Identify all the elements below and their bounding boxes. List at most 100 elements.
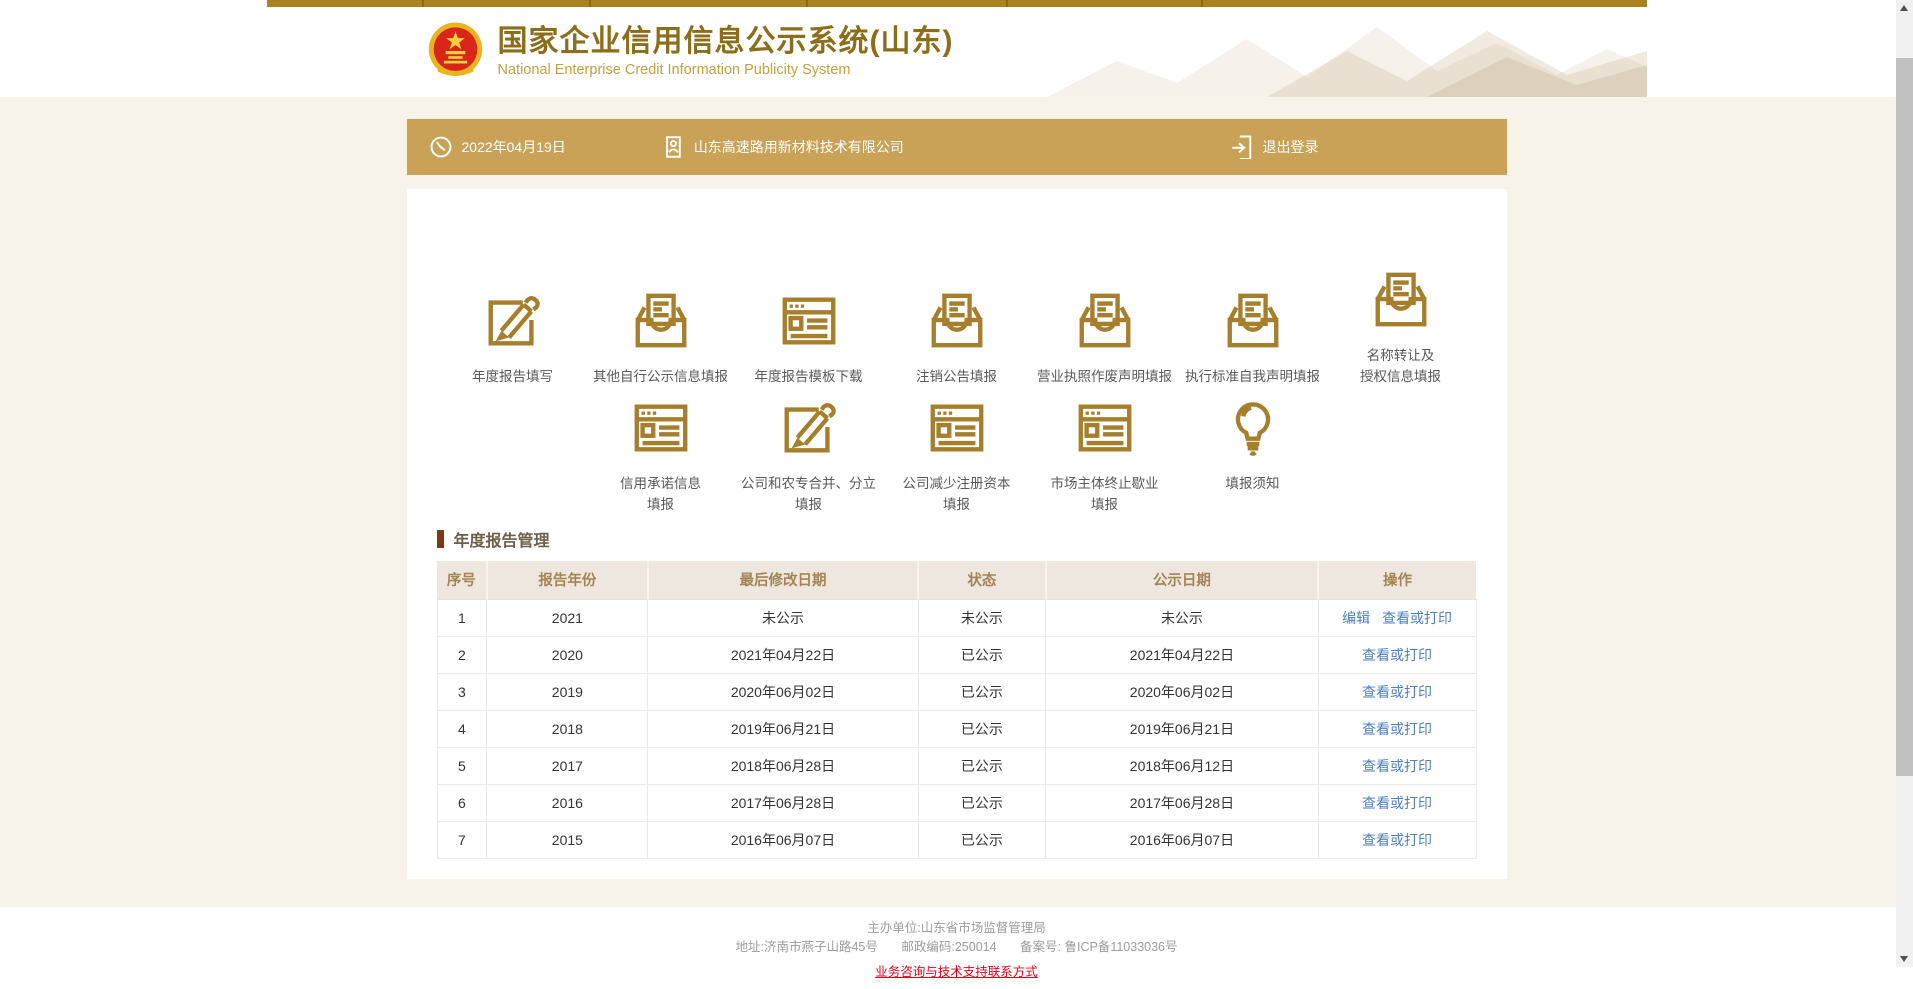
cell-status: 已公示	[918, 821, 1046, 858]
shortcut-template-download[interactable]: 年度报告模板下载	[735, 290, 883, 387]
browser-scrollbar[interactable]	[1896, 0, 1913, 967]
col-header-actions: 操作	[1318, 561, 1476, 599]
shortcut-label: 执行标准自我声明填报	[1185, 366, 1320, 387]
clock-icon	[429, 134, 453, 160]
view-print-link[interactable]: 查看或打印	[1362, 795, 1432, 811]
edit-link[interactable]: 编辑	[1342, 610, 1370, 626]
col-header-year: 报告年份	[487, 561, 648, 599]
cell-year: 2019	[487, 673, 648, 710]
inbox-document-icon	[628, 290, 694, 352]
shortcut-row-1: 年度报告填写 其他自行公示信息填报 年度报告模板下载 注销公告填报 营业执照作废…	[437, 265, 1477, 387]
lightbulb-icon	[1220, 397, 1286, 459]
shortcut-label: 公司减少注册资本 填报	[903, 473, 1011, 515]
footer-icp-record: 备案号: 鲁ICP备11033036号	[1020, 940, 1177, 954]
shortcut-label: 其他自行公示信息填报	[593, 366, 728, 387]
view-print-link[interactable]: 查看或打印	[1362, 832, 1432, 848]
view-print-link[interactable]: 查看或打印	[1382, 610, 1452, 626]
cell-year: 2016	[487, 784, 648, 821]
cell-modified: 2016年06月07日	[648, 821, 918, 858]
logout-button[interactable]: 退出登录	[1230, 134, 1319, 160]
header-band: 国家企业信用信息公示系统(山东) National Enterprise Cre…	[0, 0, 1913, 97]
shortcut-label: 营业执照作废声明填报	[1037, 366, 1172, 387]
shortcut-label: 市场主体终止歇业 填报	[1051, 473, 1159, 515]
cell-published: 2019年06月21日	[1046, 710, 1318, 747]
shortcut-license-void-declaration[interactable]: 营业执照作废声明填报	[1031, 290, 1179, 387]
cell-actions: 查看或打印	[1318, 784, 1476, 821]
shortcut-business-termination[interactable]: 市场主体终止歇业 填报	[1031, 397, 1179, 515]
section-title: 年度报告管理	[454, 527, 550, 551]
shortcut-label: 信用承诺信息 填报	[620, 473, 701, 515]
shortcut-capital-reduction[interactable]: 公司减少注册资本 填报	[883, 397, 1031, 515]
top-nav-segment	[267, 0, 424, 7]
cell-no: 1	[437, 599, 487, 636]
shortcut-other-public-info[interactable]: 其他自行公示信息填报	[587, 290, 735, 387]
logged-in-company: 山东高速路用新材料技术有限公司	[661, 134, 904, 160]
cell-no: 6	[437, 784, 487, 821]
cell-published: 2016年06月07日	[1046, 821, 1318, 858]
content-card: 年度报告填写 其他自行公示信息填报 年度报告模板下载 注销公告填报 营业执照作废…	[407, 189, 1507, 879]
cell-published: 2020年06月02日	[1046, 673, 1318, 710]
shortcut-label: 名称转让及 授权信息填报	[1360, 345, 1441, 387]
china-national-emblem-icon	[427, 21, 484, 81]
cell-status: 已公示	[918, 636, 1046, 673]
table-row: 6 2016 2017年06月28日 已公示 2017年06月28日 查看或打印	[437, 784, 1476, 821]
view-print-link[interactable]: 查看或打印	[1362, 721, 1432, 737]
scrollbar-up-arrow-icon[interactable]	[1900, 5, 1908, 11]
user-info-bar: 2022年04月19日 山东高速路用新材料技术有限公司 退出登录	[407, 119, 1507, 175]
footer-info-line: 地址:济南市燕子山路45号 邮政编码:250014 备案号: 鲁ICP备1103…	[0, 939, 1913, 956]
col-header-published: 公示日期	[1046, 561, 1318, 599]
top-nav-segment	[808, 0, 1008, 7]
shortcut-label: 公司和农专合并、分立 填报	[741, 473, 876, 515]
view-print-link[interactable]: 查看或打印	[1362, 758, 1432, 774]
shortcut-row-2: 信用承诺信息 填报 公司和农专合并、分立 填报 公司减少注册资本 填报 市场主体…	[437, 397, 1477, 519]
shortcut-label: 年度报告模板下载	[755, 366, 863, 387]
cell-published: 2018年06月12日	[1046, 747, 1318, 784]
cell-modified: 2018年06月28日	[648, 747, 918, 784]
scrollbar-down-arrow-icon[interactable]	[1900, 956, 1908, 962]
col-header-no: 序号	[437, 561, 487, 599]
view-print-link[interactable]: 查看或打印	[1362, 684, 1432, 700]
cell-modified: 2017年06月28日	[648, 784, 918, 821]
cell-status: 未公示	[918, 599, 1046, 636]
cell-no: 2	[437, 636, 487, 673]
browser-table-icon	[1072, 397, 1138, 459]
cell-published: 2017年06月28日	[1046, 784, 1318, 821]
cell-actions: 查看或打印	[1318, 636, 1476, 673]
current-date-label: 2022年04月19日	[462, 137, 566, 157]
site-subtitle: National Enterprise Credit Information P…	[498, 62, 954, 78]
cell-no: 4	[437, 710, 487, 747]
inbox-document-icon	[1072, 290, 1138, 352]
cell-year: 2017	[487, 747, 648, 784]
edit-pencil-icon	[480, 290, 546, 352]
shortcut-label: 注销公告填报	[916, 366, 997, 387]
shortcut-filling-instructions[interactable]: 填报须知	[1179, 397, 1327, 494]
cell-status: 已公示	[918, 710, 1046, 747]
current-date: 2022年04月19日	[429, 134, 566, 160]
logout-icon	[1230, 134, 1254, 160]
shortcut-standard-self-declaration[interactable]: 执行标准自我声明填报	[1179, 290, 1327, 387]
shortcut-label: 年度报告填写	[472, 366, 553, 387]
view-print-link[interactable]: 查看或打印	[1362, 647, 1432, 663]
cell-actions: 查看或打印	[1318, 673, 1476, 710]
edit-pencil-icon	[776, 397, 842, 459]
cell-published: 2021年04月22日	[1046, 636, 1318, 673]
footer-organizer: 主办单位:山东省市场监督管理局	[0, 920, 1913, 937]
shortcut-annual-report-write[interactable]: 年度报告填写	[439, 290, 587, 387]
cell-actions: 查看或打印	[1318, 710, 1476, 747]
mountain-watermark	[1047, 9, 1647, 97]
site-title: 国家企业信用信息公示系统(山东)	[498, 25, 954, 59]
top-nav-segment	[1203, 0, 1647, 7]
section-accent-bar	[437, 530, 444, 548]
table-row: 5 2017 2018年06月28日 已公示 2018年06月12日 查看或打印	[437, 747, 1476, 784]
table-row: 2 2020 2021年04月22日 已公示 2021年04月22日 查看或打印	[437, 636, 1476, 673]
table-header-row: 序号 报告年份 最后修改日期 状态 公示日期 操作	[437, 561, 1476, 599]
cell-year: 2015	[487, 821, 648, 858]
shortcut-credit-commitment[interactable]: 信用承诺信息 填报	[587, 397, 735, 515]
shortcut-name-transfer-authorization[interactable]: 名称转让及 授权信息填报	[1327, 269, 1475, 387]
scrollbar-thumb[interactable]	[1896, 58, 1913, 776]
support-contact-link[interactable]: 业务咨询与技术支持联系方式	[875, 961, 1038, 980]
shortcut-merger-division[interactable]: 公司和农专合并、分立 填报	[735, 397, 883, 515]
cell-modified: 2020年06月02日	[648, 673, 918, 710]
cell-actions: 查看或打印	[1318, 747, 1476, 784]
shortcut-cancellation-notice[interactable]: 注销公告填报	[883, 290, 1031, 387]
